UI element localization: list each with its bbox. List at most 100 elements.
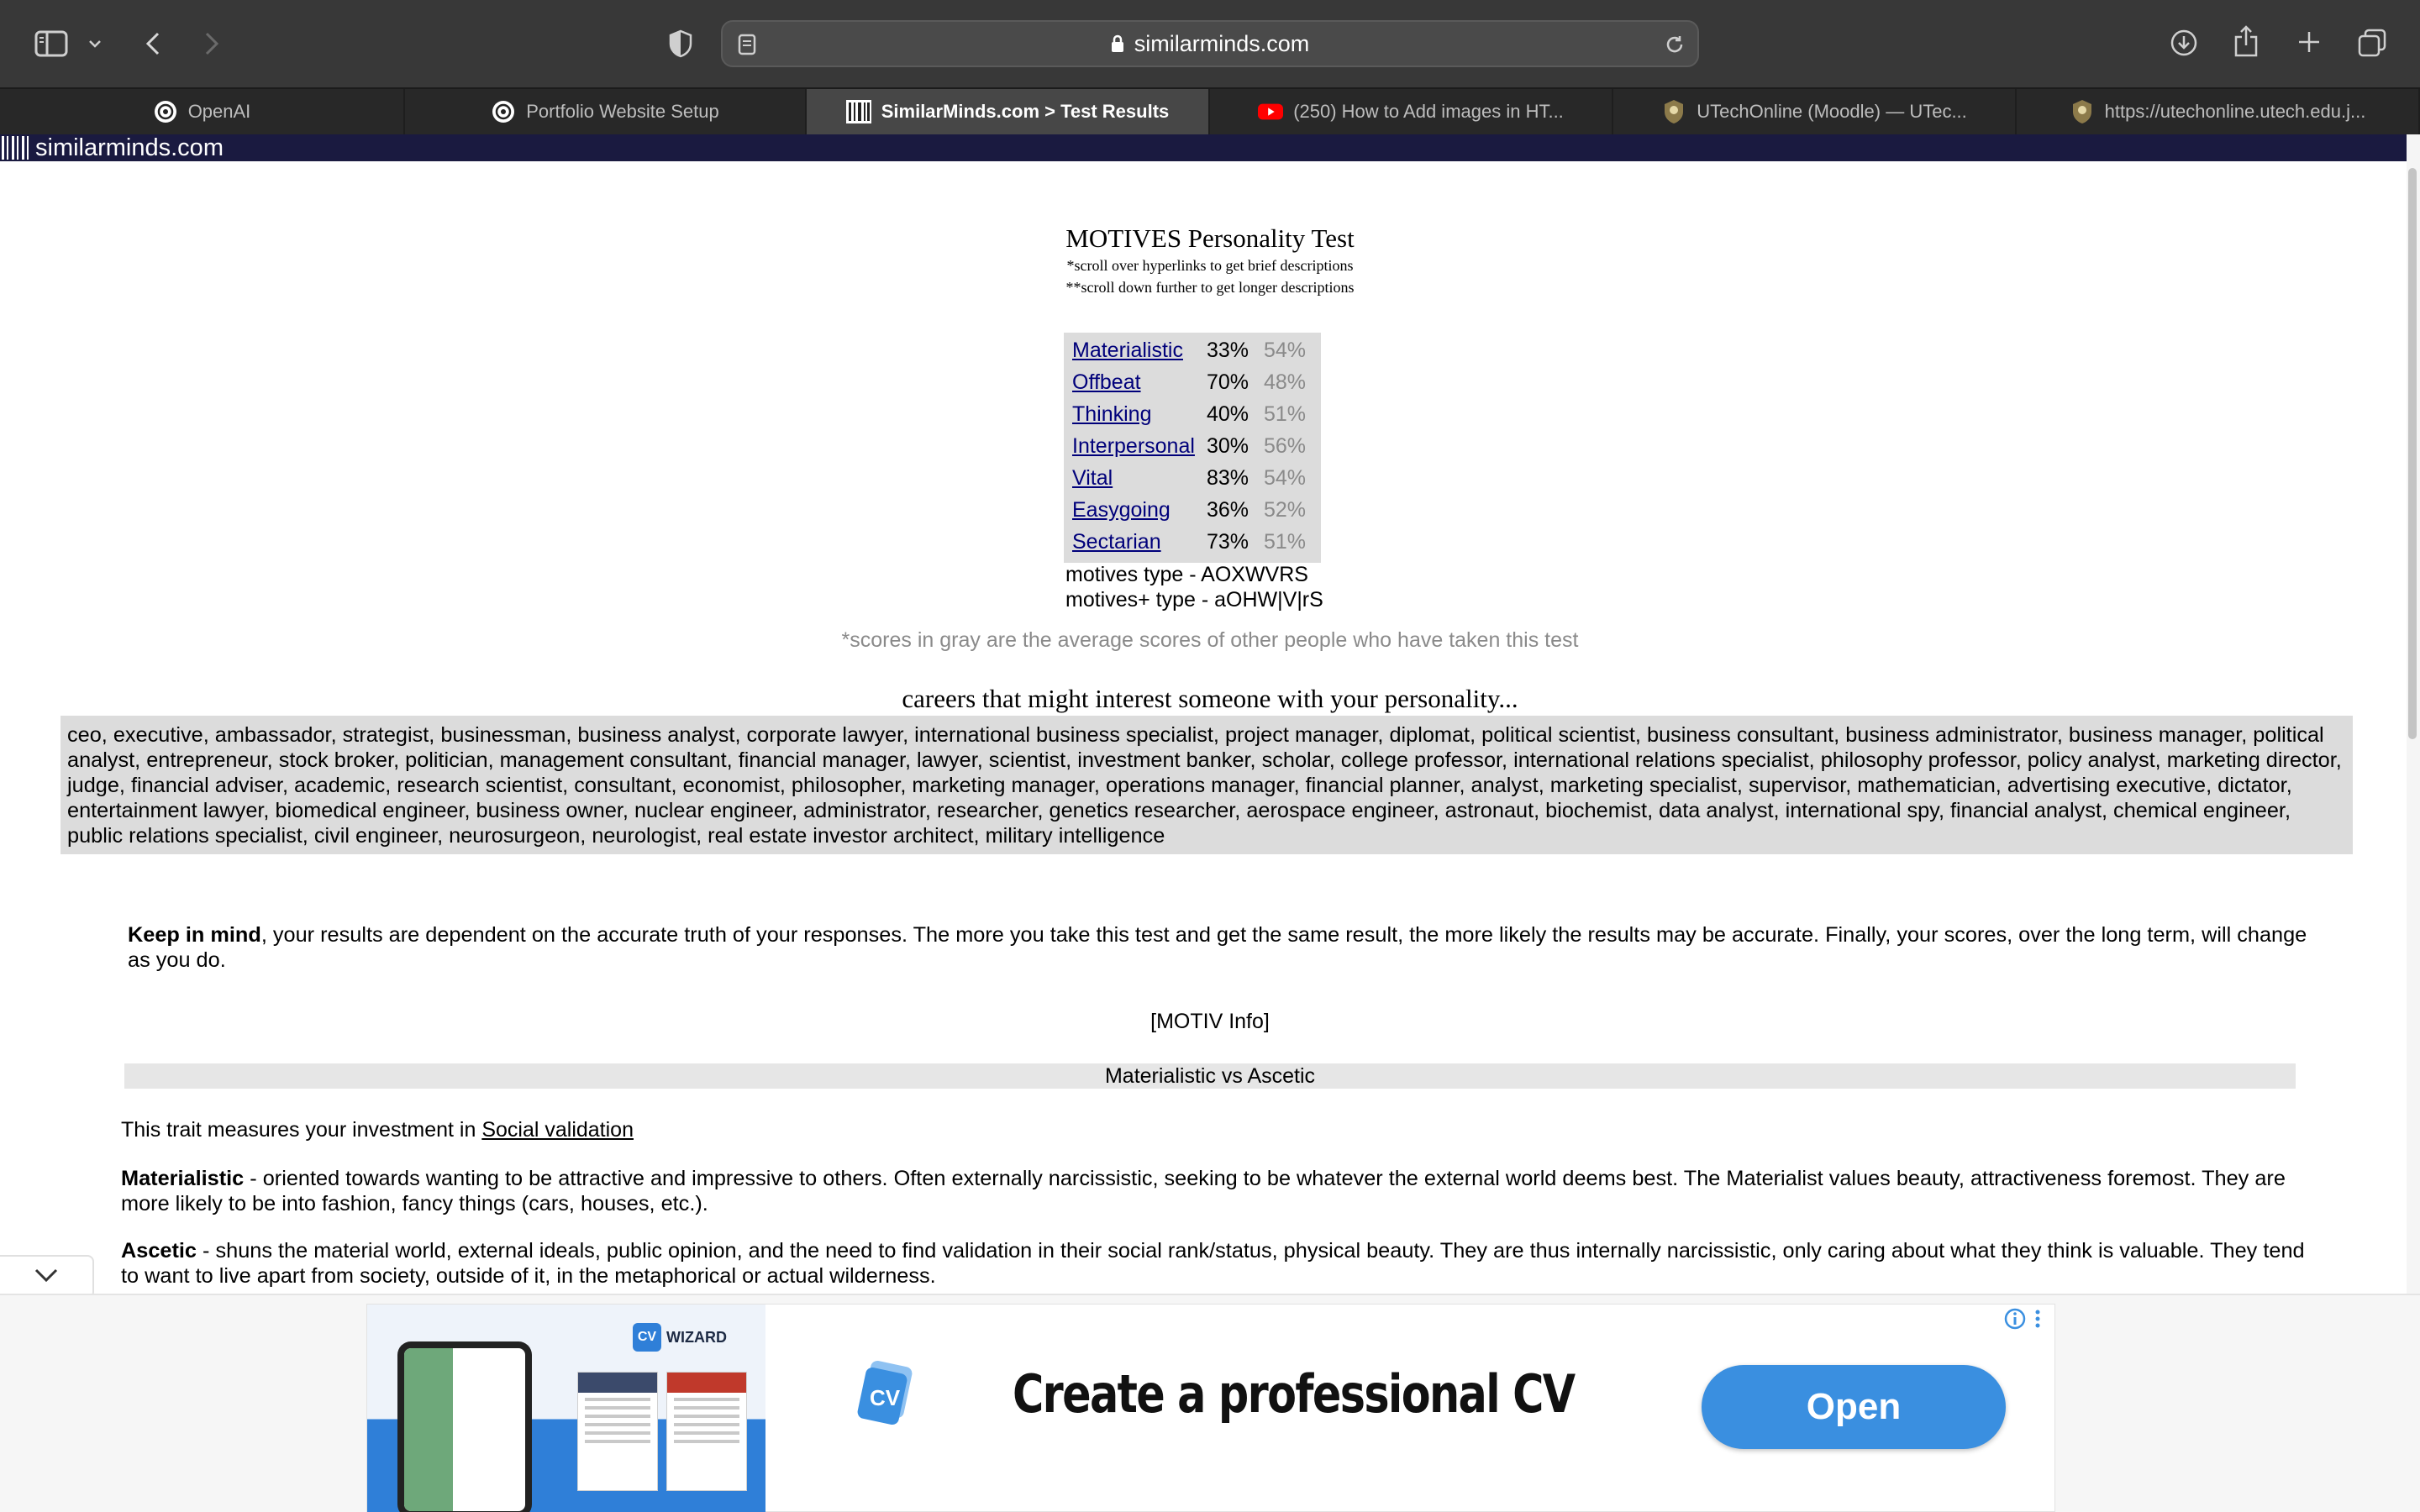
similarminds-icon <box>845 99 871 124</box>
careers-heading: careers that might interest someone with… <box>902 684 1518 713</box>
your-score: 40% <box>1207 402 1249 426</box>
url-text[interactable]: similarminds.com <box>1134 31 1310 57</box>
tab-utechonline-url[interactable]: https://utechonline.utech.edu.j... <box>2017 89 2420 134</box>
cv-template-thumbnail <box>666 1372 747 1491</box>
cv-app-logo-icon: CV <box>855 1360 922 1427</box>
browser-toolbar: similarminds.com <box>0 0 2420 87</box>
ad-brand-name: WIZARD <box>666 1328 727 1346</box>
cv-template-thumbnail <box>577 1372 658 1491</box>
hover-note: *scroll over hyperlinks to get brief des… <box>1066 257 1354 274</box>
site-name[interactable]: similarminds.com <box>35 134 224 161</box>
sidebar-toggle-icon[interactable] <box>32 27 71 60</box>
tab-title: SimilarMinds.com > Test Results <box>881 101 1170 122</box>
privacy-shield-icon[interactable] <box>664 27 697 60</box>
tab-portfolio-website-setup[interactable]: Portfolio Website Setup <box>405 89 807 134</box>
ascetic-label: Ascetic <box>121 1239 197 1263</box>
keep-in-mind-paragraph: Keep in mind, your results are dependent… <box>128 922 2312 973</box>
utech-icon <box>2070 99 2095 124</box>
openai-icon <box>491 99 516 124</box>
score-row: Interpersonal 30% 56% <box>1064 430 1321 462</box>
score-row: Sectarian 73% 51% <box>1064 526 1321 558</box>
tab-title: OpenAI <box>187 101 251 122</box>
trait-link-vital[interactable]: Vital <box>1072 462 1113 494</box>
average-score: 51% <box>1264 530 1307 554</box>
tablet-illustration <box>397 1341 532 1512</box>
score-row: Vital 83% 54% <box>1064 462 1321 494</box>
utech-icon <box>1661 99 1686 124</box>
careers-list: ceo, executive, ambassador, strategist, … <box>60 716 2353 854</box>
tab-title: UTechOnline (Moodle) — UTec... <box>1697 101 1967 122</box>
trait-link-materialistic[interactable]: Materialistic <box>1072 334 1183 366</box>
average-score: 51% <box>1264 402 1307 426</box>
more-vertical-icon[interactable] <box>2034 1308 2048 1331</box>
scores-table: Materialistic 33% 54% Offbeat 70% 48% Th… <box>1064 333 1321 563</box>
trait-measure: This trait measures your investment in S… <box>121 1118 634 1142</box>
your-score: 73% <box>1207 530 1249 554</box>
motives-plus-type: motives+ type - aOHW|V|rS <box>1065 588 1323 612</box>
scrollbar-thumb[interactable] <box>2408 168 2417 739</box>
score-row: Thinking 40% 51% <box>1064 398 1321 430</box>
measure-prefix: This trait measures your investment in <box>121 1118 482 1142</box>
average-score: 56% <box>1264 434 1307 458</box>
forward-icon[interactable] <box>197 25 227 62</box>
your-score: 83% <box>1207 466 1249 490</box>
average-scores-note: *scores in gray are the average scores o… <box>841 628 1579 652</box>
info-icon[interactable] <box>2004 1308 2028 1331</box>
ad-banner[interactable]: CV WIZARD CV Create a professional CV Op… <box>366 1304 2055 1512</box>
average-score: 52% <box>1264 498 1307 522</box>
new-tab-icon[interactable] <box>2292 25 2326 59</box>
keep-in-mind-text: , your results are dependent on the accu… <box>128 923 2307 972</box>
your-score: 70% <box>1207 370 1249 394</box>
average-score: 54% <box>1264 339 1307 362</box>
back-icon[interactable] <box>138 25 168 62</box>
section-title: Materialistic vs Ascetic <box>124 1063 2296 1089</box>
score-row: Offbeat 70% 48% <box>1064 366 1321 398</box>
trait-link-easygoing[interactable]: Easygoing <box>1072 494 1171 526</box>
materialistic-text: - oriented towards wanting to be attract… <box>121 1167 2286 1215</box>
trait-link-thinking[interactable]: Thinking <box>1072 398 1152 430</box>
tab-title: https://utechonline.utech.edu.j... <box>2104 101 2366 122</box>
site-header-bar: similarminds.com <box>0 134 2407 161</box>
trait-link-interpersonal[interactable]: Interpersonal <box>1072 430 1195 462</box>
ad-headline[interactable]: Create a professional CV <box>1013 1363 1576 1425</box>
materialistic-label: Materialistic <box>121 1167 245 1190</box>
social-validation-link[interactable]: Social validation <box>481 1118 634 1142</box>
score-row: Materialistic 33% 54% <box>1064 334 1321 366</box>
your-score: 30% <box>1207 434 1249 458</box>
keep-in-mind-label: Keep in mind <box>128 923 261 947</box>
average-score: 54% <box>1264 466 1307 490</box>
your-score: 36% <box>1207 498 1249 522</box>
trait-link-sectarian[interactable]: Sectarian <box>1072 526 1161 558</box>
average-score: 48% <box>1264 370 1307 394</box>
ascetic-description: Ascetic - shuns the material world, exte… <box>121 1238 2323 1289</box>
trait-link-offbeat[interactable]: Offbeat <box>1072 366 1141 398</box>
collapse-ad-button[interactable] <box>0 1255 94 1299</box>
tab-openai[interactable]: OpenAI <box>0 89 405 134</box>
materialistic-description: Materialistic - oriented towards wanting… <box>121 1166 2323 1216</box>
chevron-down-icon <box>34 1268 59 1287</box>
ascetic-text: - shuns the material world, external ide… <box>121 1239 2305 1288</box>
chevron-down-icon[interactable] <box>82 32 108 55</box>
reload-icon[interactable] <box>1662 32 1687 57</box>
tab-overview-icon[interactable] <box>2354 25 2390 60</box>
download-icon[interactable] <box>2166 25 2202 60</box>
share-icon[interactable] <box>2228 22 2264 60</box>
score-row: Easygoing 36% 52% <box>1064 494 1321 526</box>
tab-youtube[interactable]: (250) How to Add images in HT... <box>1210 89 1613 134</box>
page-title: MOTIVES Personality Test <box>1065 223 1355 253</box>
tab-bar: OpenAI Portfolio Website Setup SimilarMi… <box>0 87 2420 134</box>
your-score: 33% <box>1207 339 1249 362</box>
tab-similarminds-results[interactable]: SimilarMinds.com > Test Results <box>807 89 1210 134</box>
ad-image[interactable]: CV WIZARD <box>367 1305 765 1512</box>
ad-brand: CV WIZARD <box>633 1323 727 1352</box>
tab-utechonline-moodle[interactable]: UTechOnline (Moodle) — UTec... <box>1613 89 2017 134</box>
lock-icon <box>1111 34 1124 53</box>
tab-title: (250) How to Add images in HT... <box>1293 101 1564 122</box>
cv-logo-icon: CV <box>633 1323 661 1352</box>
ad-open-button[interactable]: Open <box>1702 1365 2006 1449</box>
address-bar[interactable]: similarminds.com <box>721 20 1699 67</box>
motiv-info-link[interactable]: [MOTIV Info] <box>0 1010 2420 1034</box>
site-logo[interactable] <box>2 136 32 160</box>
scroll-note: **scroll down further to get longer desc… <box>1065 279 1355 296</box>
youtube-icon <box>1258 99 1284 124</box>
